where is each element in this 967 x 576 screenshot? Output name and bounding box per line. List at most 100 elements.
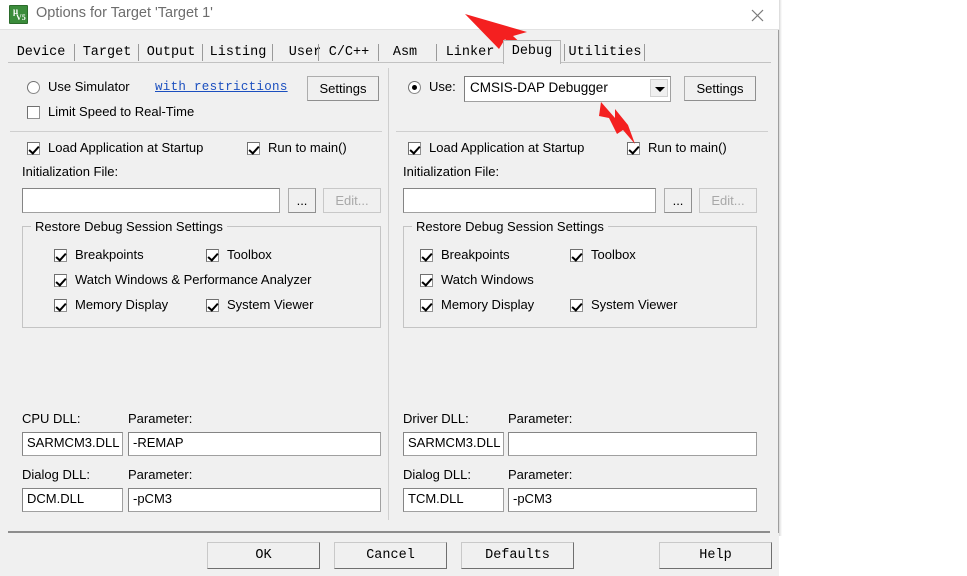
simulator-panel: Use Simulator with restrictions Settings…: [10, 68, 382, 520]
panel-area: Use Simulator with restrictions Settings…: [10, 68, 770, 523]
dbg-toolbox-checkbox[interactable]: [570, 249, 583, 262]
use-simulator-label: Use Simulator: [48, 79, 130, 94]
tab-separator: [74, 44, 75, 61]
with-restrictions-link[interactable]: with restrictions: [155, 80, 288, 94]
tab-separator: [138, 44, 139, 61]
tab-separator: [564, 44, 565, 61]
tab-device[interactable]: Device: [10, 43, 72, 63]
driver-dll-input[interactable]: SARMCM3.DLL: [403, 432, 504, 456]
chevron-down-icon[interactable]: [650, 79, 668, 97]
dbg-restore-session-group: Restore Debug Session Settings Breakpoin…: [403, 219, 757, 328]
sim-load-application-label: Load Application at Startup: [48, 140, 204, 155]
simulator-settings-button[interactable]: Settings: [307, 76, 379, 101]
footer-bar: OK Cancel Defaults Help: [0, 533, 779, 576]
dbg-breakpoints-label: Breakpoints: [441, 247, 510, 262]
window-title: Options for Target 'Target 1': [36, 5, 213, 21]
tab-strip: Device Target Output Listing User C/C++ …: [8, 40, 771, 64]
sim-watch-windows-label: Watch Windows & Performance Analyzer: [75, 272, 312, 287]
sim-run-to-main-label: Run to main(): [268, 140, 347, 155]
sim-toolbox-checkbox[interactable]: [206, 249, 219, 262]
options-dialog: μ V5 Options for Target 'Target 1' Devic…: [0, 0, 779, 535]
dbg-dialog-parameter-label: Parameter:: [508, 467, 573, 482]
debugger-settings-button[interactable]: Settings: [684, 76, 756, 101]
use-simulator-radio[interactable]: [27, 81, 40, 94]
tab-separator: [644, 44, 645, 61]
dbg-system-viewer-checkbox[interactable]: [570, 299, 583, 312]
dbg-dialog-dll-input[interactable]: TCM.DLL: [403, 488, 504, 512]
sim-restore-session-title: Restore Debug Session Settings: [31, 219, 227, 234]
debugger-combo[interactable]: CMSIS-DAP Debugger: [464, 76, 671, 102]
tab-listing[interactable]: Listing: [205, 43, 271, 63]
defaults-button[interactable]: Defaults: [461, 542, 574, 569]
panel-vertical-divider: [388, 68, 389, 520]
dbg-run-to-main-checkbox[interactable]: [627, 142, 640, 155]
sim-dialog-dll-input[interactable]: DCM.DLL: [22, 488, 123, 512]
use-debugger-label: Use:: [429, 79, 456, 94]
use-debugger-radio[interactable]: [408, 81, 421, 94]
tab-target[interactable]: Target: [77, 43, 137, 63]
sim-init-file-input[interactable]: [22, 188, 280, 213]
dbg-dialog-parameter-input[interactable]: -pCM3: [508, 488, 757, 512]
tab-debug[interactable]: Debug: [503, 40, 561, 64]
sim-breakpoints-label: Breakpoints: [75, 247, 144, 262]
tab-asm[interactable]: Asm: [381, 43, 429, 63]
dbg-init-file-label: Initialization File:: [403, 164, 500, 179]
tab-separator: [272, 44, 273, 61]
uvision-icon-glyph-bottom: V5: [16, 13, 26, 22]
dbg-browse-button[interactable]: ...: [664, 188, 692, 213]
debugger-combo-value: CMSIS-DAP Debugger: [470, 80, 608, 95]
sim-toolbox-label: Toolbox: [227, 247, 272, 262]
cpu-dll-input[interactable]: SARMCM3.DLL: [22, 432, 123, 456]
sim-memory-display-checkbox[interactable]: [54, 299, 67, 312]
title-bar: μ V5 Options for Target 'Target 1': [0, 0, 779, 30]
sim-system-viewer-label: System Viewer: [227, 297, 314, 312]
tab-separator: [436, 44, 437, 61]
sim-dialog-parameter-label: Parameter:: [128, 467, 193, 482]
dbg-init-file-input[interactable]: [403, 188, 656, 213]
dbg-run-to-main-label: Run to main(): [648, 140, 727, 155]
close-icon: [751, 9, 764, 22]
limit-speed-checkbox[interactable]: [27, 106, 40, 119]
cpu-parameter-input[interactable]: -REMAP: [128, 432, 381, 456]
sim-system-viewer-checkbox[interactable]: [206, 299, 219, 312]
tab-strip-underline: [8, 62, 771, 63]
debugger-panel: Use: CMSIS-DAP Debugger Settings Load Ap…: [396, 68, 768, 520]
dbg-watch-windows-checkbox[interactable]: [420, 274, 433, 287]
sim-dialog-dll-label: Dialog DLL:: [22, 467, 90, 482]
sim-browse-button[interactable]: ...: [288, 188, 316, 213]
tab-cpp[interactable]: C/C++: [321, 43, 377, 63]
dbg-dialog-dll-label: Dialog DLL:: [403, 467, 471, 482]
dbg-load-application-label: Load Application at Startup: [429, 140, 585, 155]
sim-watch-windows-checkbox[interactable]: [54, 274, 67, 287]
cpu-parameter-label: Parameter:: [128, 411, 193, 426]
dbg-memory-display-checkbox[interactable]: [420, 299, 433, 312]
sim-memory-display-label: Memory Display: [75, 297, 169, 312]
dbg-edit-button: Edit...: [699, 188, 757, 213]
driver-parameter-input[interactable]: [508, 432, 757, 456]
limit-speed-label: Limit Speed to Real-Time: [48, 104, 195, 119]
sim-dialog-parameter-input[interactable]: -pCM3: [128, 488, 381, 512]
dbg-watch-windows-label: Watch Windows: [441, 272, 534, 287]
tab-separator: [202, 44, 203, 61]
sim-breakpoints-checkbox[interactable]: [54, 249, 67, 262]
cancel-button[interactable]: Cancel: [334, 542, 447, 569]
sim-init-file-label: Initialization File:: [22, 164, 119, 179]
sim-edit-button: Edit...: [323, 188, 381, 213]
dbg-memory-display-label: Memory Display: [441, 297, 535, 312]
tab-linker[interactable]: Linker: [439, 43, 501, 63]
dbg-toolbox-label: Toolbox: [591, 247, 636, 262]
dbg-load-application-checkbox[interactable]: [408, 142, 421, 155]
ok-button[interactable]: OK: [207, 542, 320, 569]
dialog-shadow: [779, 0, 782, 536]
dbg-system-viewer-label: System Viewer: [591, 297, 678, 312]
tab-output[interactable]: Output: [141, 43, 201, 63]
sim-run-to-main-checkbox[interactable]: [247, 142, 260, 155]
tab-separator: [318, 44, 319, 61]
dbg-restore-session-title: Restore Debug Session Settings: [412, 219, 608, 234]
tab-separator: [378, 44, 379, 61]
sim-load-application-checkbox[interactable]: [27, 142, 40, 155]
dbg-breakpoints-checkbox[interactable]: [420, 249, 433, 262]
tab-utilities[interactable]: Utilities: [567, 43, 643, 63]
help-button[interactable]: Help: [659, 542, 772, 569]
close-button[interactable]: [736, 0, 779, 29]
